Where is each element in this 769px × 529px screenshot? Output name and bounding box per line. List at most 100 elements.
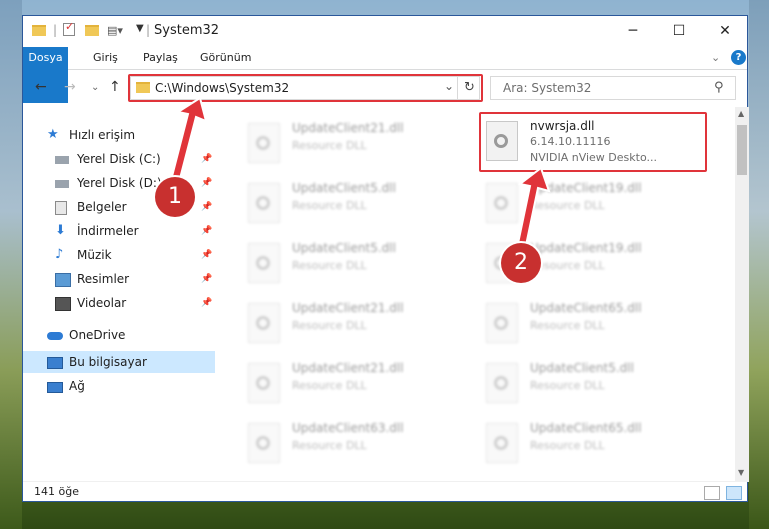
file-name: UpdateClient19.dll xyxy=(530,241,642,255)
list-item[interactable]: UpdateClient63.dll Resource DLL xyxy=(240,417,460,473)
large-icons-view-icon[interactable] xyxy=(726,486,742,500)
dll-file-icon xyxy=(486,423,518,463)
search-box[interactable]: Ara: System32 ⚲ xyxy=(490,76,736,100)
dll-file-icon xyxy=(486,363,518,403)
pin-icon[interactable]: 📌 xyxy=(201,148,212,170)
sidebar-item-muzik[interactable]: ♪ Müzik 📌 xyxy=(55,244,215,266)
minimize-button[interactable]: ─ xyxy=(610,16,656,46)
cloud-icon xyxy=(47,332,63,340)
star-icon: ★ xyxy=(47,127,59,142)
desktop-background-right xyxy=(749,0,769,529)
network-icon xyxy=(47,382,63,393)
quick-access-dropdown-icon[interactable]: ▼ xyxy=(136,23,144,39)
file-type: Resource DLL xyxy=(292,259,367,272)
properties-icon[interactable]: ✓ xyxy=(63,20,75,39)
drive-icon xyxy=(55,156,69,164)
sidebar-item-c-drive[interactable]: Yerel Disk (C:) 📌 xyxy=(55,148,215,170)
dll-file-icon xyxy=(486,303,518,343)
file-type: Resource DLL xyxy=(292,139,367,152)
list-item[interactable]: UpdateClient21.dll Resource DLL xyxy=(240,297,460,353)
scroll-up-icon[interactable]: ▲ xyxy=(738,109,744,118)
file-name: UpdateClient63.dll xyxy=(292,421,404,435)
file-type: Resource DLL xyxy=(530,199,605,212)
separator: | xyxy=(146,23,151,37)
file-type: Resource DLL xyxy=(530,379,605,392)
sidebar-item-label: Resimler xyxy=(77,272,130,286)
downloads-icon: ⬇ xyxy=(55,223,66,238)
pin-icon[interactable]: 📌 xyxy=(201,292,212,314)
pin-icon[interactable]: 📌 xyxy=(201,172,212,194)
search-icon[interactable]: ⚲ xyxy=(714,80,724,95)
sidebar-item-label: Müzik xyxy=(77,248,112,262)
tab-giris[interactable]: Giriş xyxy=(93,47,118,69)
list-item[interactable]: UpdateClient5.dll Resource DLL xyxy=(240,237,460,293)
sidebar-item-this-pc[interactable]: Bu bilgisayar xyxy=(23,351,215,373)
documents-icon xyxy=(55,201,67,215)
pin-icon[interactable]: 📌 xyxy=(201,268,212,290)
search-placeholder: Ara: System32 xyxy=(503,81,592,95)
sidebar-item-label: OneDrive xyxy=(69,328,126,342)
ribbon-expand-icon[interactable]: ⌄ xyxy=(711,47,720,69)
new-folder-icon[interactable] xyxy=(85,23,99,39)
file-name: UpdateClient65.dll xyxy=(530,301,642,315)
file-type: Resource DLL xyxy=(530,439,605,452)
file-highlight-box xyxy=(479,112,707,172)
maximize-button[interactable]: ☐ xyxy=(656,16,702,46)
sidebar-item-label: Bu bilgisayar xyxy=(69,355,147,369)
sidebar-item-resimler[interactable]: Resimler 📌 xyxy=(55,268,215,290)
desktop-background-left xyxy=(0,0,22,529)
pin-icon[interactable]: 📌 xyxy=(201,220,212,242)
recent-locations-button[interactable]: ⌄ xyxy=(91,82,99,93)
close-button[interactable]: ✕ xyxy=(702,16,748,46)
quick-access-customize-icon[interactable]: ▤▾ xyxy=(107,23,123,39)
forward-button[interactable]: → xyxy=(64,79,76,95)
list-item[interactable]: UpdateClient65.dll Resource DLL xyxy=(478,297,698,353)
scrollbar-thumb[interactable] xyxy=(737,125,747,175)
navigation-bar: ← → ⌄ ↑ C:\Windows\System32 ⌄ ↻ Ara: Sys… xyxy=(23,71,747,105)
list-item[interactable]: UpdateClient65.dll Resource DLL xyxy=(478,417,698,473)
sidebar-item-quick-access[interactable]: ★ Hızlı erişim xyxy=(47,124,215,146)
sidebar-item-network[interactable]: Ağ xyxy=(47,375,215,397)
pin-icon[interactable]: 📌 xyxy=(201,244,212,266)
list-item[interactable]: UpdateClient21.dll Resource DLL xyxy=(240,357,460,413)
folder-icon xyxy=(32,23,46,39)
list-item[interactable]: UpdateClient5.dll Resource DLL xyxy=(478,357,698,413)
file-name: UpdateClient21.dll xyxy=(292,121,404,135)
up-button[interactable]: ↑ xyxy=(109,79,121,95)
scroll-down-icon[interactable]: ▼ xyxy=(738,468,744,477)
file-type: Resource DLL xyxy=(530,259,605,272)
dll-file-icon xyxy=(248,303,280,343)
annotation-step-2: 2 xyxy=(501,243,541,283)
file-name: UpdateClient65.dll xyxy=(530,421,642,435)
computer-icon xyxy=(47,357,63,369)
tab-paylas[interactable]: Paylaş xyxy=(143,47,178,69)
vertical-scrollbar[interactable]: ▲ ▼ xyxy=(735,107,749,482)
separator: | xyxy=(53,23,58,37)
pictures-icon xyxy=(55,273,71,287)
tab-gorunum[interactable]: Görünüm xyxy=(200,47,251,69)
file-type: Resource DLL xyxy=(292,379,367,392)
drive-icon xyxy=(55,180,69,188)
sidebar-item-indirmeler[interactable]: ⬇ İndirmeler 📌 xyxy=(55,220,215,242)
dll-file-icon xyxy=(486,183,518,223)
sidebar-item-label: Belgeler xyxy=(77,200,127,214)
file-type: Resource DLL xyxy=(292,439,367,452)
file-explorer-window: | ✓ ▤▾ ▼ | System32 ─ ☐ ✕ Dosya Giriş Pa… xyxy=(22,15,749,504)
file-name: UpdateClient5.dll xyxy=(292,241,396,255)
dll-file-icon xyxy=(248,363,280,403)
pin-icon[interactable]: 📌 xyxy=(201,196,212,218)
details-view-icon[interactable] xyxy=(704,486,720,500)
list-item[interactable]: UpdateClient19.dll Resource DLL xyxy=(478,177,698,233)
back-button[interactable]: ← xyxy=(35,79,47,95)
address-highlight-box xyxy=(128,74,483,102)
file-type: Resource DLL xyxy=(292,319,367,332)
list-item[interactable]: UpdateClient5.dll Resource DLL xyxy=(240,177,460,233)
sidebar-item-onedrive[interactable]: OneDrive xyxy=(47,324,215,346)
help-icon[interactable]: ? xyxy=(731,50,746,65)
file-name: UpdateClient19.dll xyxy=(530,181,642,195)
sidebar-item-label: İndirmeler xyxy=(77,224,139,238)
annotation-step-1: 1 xyxy=(155,177,195,217)
status-bar: 141 öğe xyxy=(23,481,747,504)
list-item[interactable]: UpdateClient21.dll Resource DLL xyxy=(240,117,460,173)
sidebar-item-videolar[interactable]: Videolar 📌 xyxy=(55,292,215,314)
